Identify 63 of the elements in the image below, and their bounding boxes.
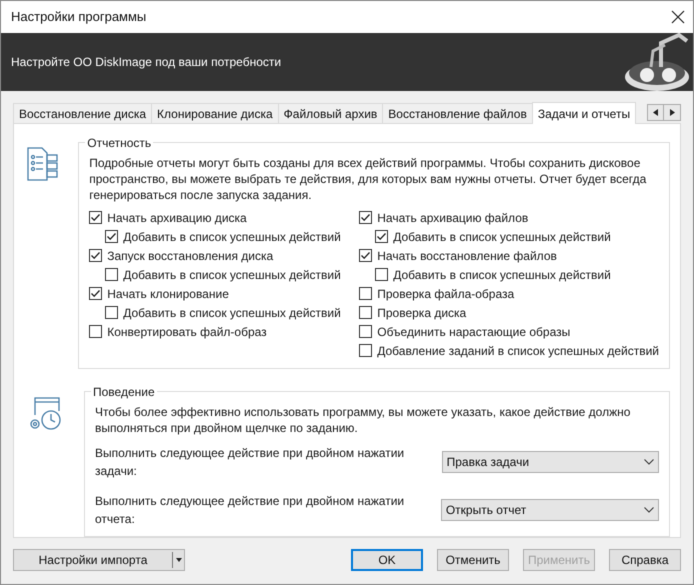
checkbox-label: Добавить в список успешных действий — [123, 304, 341, 322]
dialog-button[interactable]: OK — [351, 549, 423, 571]
checkbox[interactable] — [375, 268, 388, 281]
checkbox-label: Добавить в список успешных действий — [123, 228, 341, 246]
close-icon[interactable] — [671, 10, 685, 24]
check-icon — [106, 231, 118, 242]
caret-icon — [176, 558, 182, 562]
action-dropdown[interactable]: Правка задачи — [442, 451, 659, 473]
checkbox-label: Начать клонирование — [107, 286, 229, 302]
action-dropdown[interactable]: Открыть отчет — [440, 499, 659, 521]
checkbox[interactable] — [359, 344, 372, 357]
checkbox-label: Начать архивацию файлов — [377, 210, 528, 226]
behavior-description: Чтобы более эффективно использовать программу, вы можете указать, какое действие должно выполняться при двойном щелчке по заданию. — [95, 404, 632, 436]
checkbox-label: Начать восстановление файлов — [377, 248, 557, 264]
checkbox[interactable] — [359, 249, 372, 262]
checkbox-label: Объединить нарастающие образы — [377, 324, 570, 340]
checkbox[interactable] — [89, 325, 102, 338]
checkbox-label: Добавить в список успешных действий — [123, 266, 341, 284]
setting-label: Выполнить следующее действие при двойном нажатии задачи: — [95, 445, 406, 480]
checkbox-label: Добавить в список успешных действий — [393, 266, 611, 284]
left-arrow-icon — [653, 109, 658, 116]
check-icon — [376, 231, 388, 242]
scroll-left-button[interactable] — [647, 104, 664, 121]
window-title: Настройки программы — [11, 8, 146, 26]
checkbox[interactable] — [105, 306, 118, 319]
checkbox-label: Начать архивацию диска — [107, 210, 247, 226]
checkbox-label: Проверка диска — [377, 304, 466, 322]
checkbox[interactable] — [105, 230, 118, 243]
chevron-down-icon — [644, 459, 654, 465]
header-subtitle: Настройте OO DiskImage под ваши потребности — [11, 54, 282, 71]
tab[interactable]: Восстановление файлов — [382, 103, 532, 123]
checkbox-label: Конвертировать файл-образ — [107, 324, 267, 340]
check-icon — [360, 212, 372, 223]
checkbox[interactable] — [89, 211, 102, 224]
tab[interactable]: Восстановление диска — [13, 103, 152, 123]
check-icon — [360, 250, 372, 261]
checkbox-label: Добавить в список успешных действий — [393, 228, 611, 246]
dialog-button[interactable]: Справка — [609, 549, 681, 571]
check-icon — [90, 288, 102, 299]
checkbox[interactable] — [359, 325, 372, 338]
reporting-description: Подробные отчеты могут быть созданы для всех действий программы. Чтобы сохранить дисковое пространство, вы можете выбрать те действия, для которых вам нужны отчеты. Отчет будет всегда генерироваться после запуска задания. — [89, 155, 648, 203]
checkbox[interactable] — [105, 268, 118, 281]
import-settings-button[interactable]: Настройки импорта — [13, 549, 185, 571]
checkbox-label: Проверка файла-образа — [377, 286, 514, 302]
tab[interactable]: Задачи и отчеты — [532, 102, 636, 124]
checkbox[interactable] — [359, 287, 372, 300]
report-list-icon — [25, 146, 60, 182]
tab[interactable]: Файловый архив — [278, 103, 382, 123]
setting-label: Выполнить следующее действие при двойном нажатии отчета: — [95, 493, 406, 528]
tab[interactable]: Клонирование диска — [151, 103, 278, 123]
checkbox[interactable] — [359, 211, 372, 224]
checkbox-label: Запуск восстановления диска — [107, 248, 274, 264]
checkbox[interactable] — [89, 287, 102, 300]
check-icon — [90, 212, 102, 223]
checkbox[interactable] — [375, 230, 388, 243]
right-arrow-icon — [670, 109, 674, 116]
chevron-down-icon — [644, 507, 654, 513]
checkbox-label: Добавление заданий в список успешных действий — [377, 342, 659, 360]
check-icon — [90, 250, 102, 261]
scroll-right-button[interactable] — [664, 104, 681, 121]
dialog-button[interactable]: Отменить — [437, 549, 509, 571]
checkbox[interactable] — [359, 306, 372, 319]
checkbox[interactable] — [89, 249, 102, 262]
